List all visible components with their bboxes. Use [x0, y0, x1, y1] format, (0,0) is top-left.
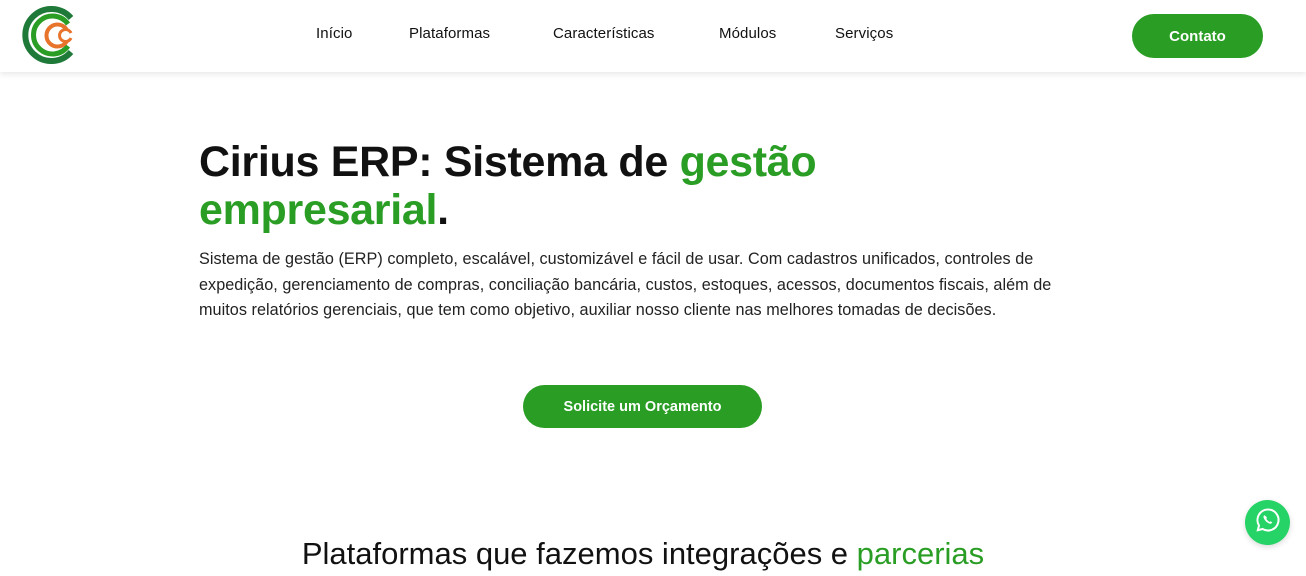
hero-title-text: Cirius ERP: Sistema de: [199, 138, 680, 186]
nav-item-plataformas[interactable]: Plataformas: [409, 25, 490, 42]
hero-title: Cirius ERP: Sistema de gestão empresarial…: [199, 138, 1099, 234]
platforms-title-text: Plataformas que fazemos integrações e: [301, 536, 857, 571]
nav-item-servicos[interactable]: Serviços: [835, 25, 893, 42]
hero-title-highlight-1: gestão: [679, 138, 817, 186]
nav-item-inicio[interactable]: Início: [316, 25, 352, 42]
hero-title-period: .: [437, 186, 449, 234]
whatsapp-icon: [1255, 507, 1281, 538]
nav-item-modulos[interactable]: Módulos: [719, 25, 776, 42]
site-header: Início Plataformas Características Módul…: [0, 0, 1306, 72]
platforms-title-highlight: parcerias: [856, 536, 985, 571]
whatsapp-button[interactable]: [1245, 500, 1290, 545]
main-nav: Início Plataformas Características Módul…: [0, 0, 1306, 72]
platforms-section-title: Plataformas que fazemos integrações e pa…: [0, 532, 1286, 576]
nav-item-caracteristicas[interactable]: Características: [553, 25, 655, 42]
request-quote-button[interactable]: Solicite um Orçamento: [523, 385, 762, 428]
hero-title-highlight-2: empresarial: [199, 186, 438, 234]
contact-button[interactable]: Contato: [1132, 14, 1263, 58]
hero-description: Sistema de gestão (ERP) completo, escalá…: [199, 250, 1052, 320]
